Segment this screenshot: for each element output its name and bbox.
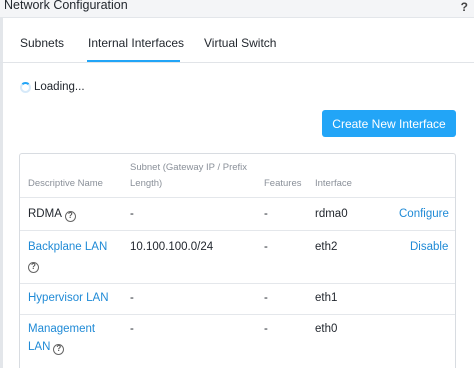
row-interface: rdma0: [315, 208, 348, 220]
row-name-link[interactable]: Hypervisor LAN: [28, 290, 109, 306]
active-tab-indicator: [87, 60, 180, 62]
tab-bar: Subnets Internal Interfaces Virtual Swit…: [0, 18, 474, 63]
interfaces-table: Descriptive Name Subnet (Gateway IP / Pr…: [19, 153, 456, 368]
question-circle-icon[interactable]: ?: [53, 343, 65, 355]
row-features: -: [264, 323, 268, 335]
window-titlebar: Network Configuration ?: [0, 0, 474, 18]
column-header-subnet-cont: Length): [130, 178, 163, 189]
row-name-link[interactable]: Backplane LAN: [28, 239, 107, 255]
row-name-link[interactable]: Management: [28, 321, 95, 337]
row-features: -: [264, 208, 268, 220]
column-header-subnet: Subnet (Gateway IP / Prefix: [130, 162, 248, 173]
help-button[interactable]: ?: [461, 0, 468, 14]
row-divider: [20, 230, 455, 231]
row-divider: [20, 314, 455, 315]
row-subnet: -: [130, 292, 134, 304]
loading-status: Loading...: [20, 80, 85, 94]
row-interface: eth2: [315, 241, 338, 253]
tab-virtual-switch[interactable]: Virtual Switch: [204, 36, 276, 50]
row-subnet: -: [130, 208, 134, 220]
row-divider: [20, 197, 455, 198]
tab-subnets[interactable]: Subnets: [20, 36, 64, 50]
loading-text: Loading...: [34, 81, 85, 93]
row-help: ?: [28, 257, 39, 273]
question-circle-icon[interactable]: ?: [28, 261, 39, 273]
column-header-interface: Interface: [315, 178, 352, 189]
window-title: Network Configuration: [4, 0, 128, 12]
row-features: -: [264, 292, 268, 304]
left-edge-shade: [0, 18, 3, 368]
create-new-interface-button[interactable]: Create New Interface: [322, 110, 456, 137]
row-interface: eth1: [315, 292, 338, 304]
column-header-features: Features: [264, 178, 302, 189]
row-divider: [20, 283, 455, 284]
question-circle-icon[interactable]: ?: [64, 210, 76, 222]
loading-spinner-icon: [20, 81, 31, 93]
row-name: RDMA?: [28, 206, 76, 222]
tab-internal-interfaces[interactable]: Internal Interfaces: [88, 36, 184, 50]
row-name-link[interactable]: LAN: [28, 341, 50, 353]
row-subnet: -: [130, 323, 134, 335]
row-features: -: [264, 241, 268, 253]
row-subnet: 10.100.100.0/24: [130, 241, 214, 253]
row-name-cont: LAN?: [28, 339, 65, 355]
row-interface: eth0: [315, 323, 338, 335]
configure-link[interactable]: Configure: [399, 208, 449, 220]
disable-link[interactable]: Disable: [410, 241, 448, 253]
column-header-descriptive-name: Descriptive Name: [28, 178, 103, 189]
